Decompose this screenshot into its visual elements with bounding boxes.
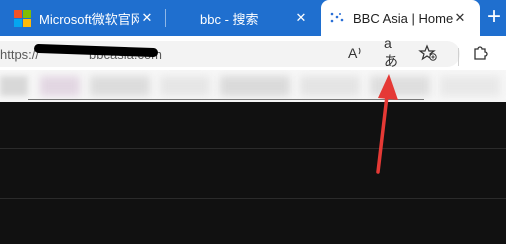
tab-label: bbc - 搜索 [200,11,259,27]
content-divider [0,148,506,149]
read-aloud-icon[interactable]: A [346,44,366,62]
bbc-favicon-icon [330,12,344,23]
blurred-item [40,76,80,96]
tab-microsoft[interactable]: Microsoft微软官网 ✕ [0,0,165,36]
microsoft-logo-icon [14,9,31,27]
tab-label: BBC Asia | Home [353,10,454,26]
page-content [0,102,506,244]
blurred-item [440,76,500,96]
svg-text:A: A [348,45,358,61]
toolbar-divider [458,48,459,66]
add-favorite-icon[interactable] [418,44,438,62]
favorites-underline [28,99,424,100]
close-icon[interactable]: ✕ [140,11,154,25]
tab-bbc-search[interactable]: bbc - 搜索 ✕ [166,0,320,36]
close-icon[interactable]: ✕ [453,11,467,25]
blurred-item [0,76,28,96]
blurred-item [90,76,150,96]
content-divider [0,198,506,199]
new-tab-button[interactable]: + [482,5,506,31]
blurred-item [160,76,210,96]
blurred-item [300,76,360,96]
tab-bbc-asia-home[interactable]: BBC Asia | Home ✕ [321,0,480,36]
close-icon[interactable]: ✕ [294,11,308,25]
extensions-icon[interactable] [470,44,490,62]
tab-strip: Microsoft微软官网 ✕ bbc - 搜索 ✕ BBC Asia | Ho… [0,0,506,36]
blurred-item [370,76,430,96]
translate-icon[interactable]: aあ [384,35,404,69]
tab-label: Microsoft微软官网 [39,11,139,27]
blurred-item [220,76,290,96]
favorites-bar [0,70,506,102]
